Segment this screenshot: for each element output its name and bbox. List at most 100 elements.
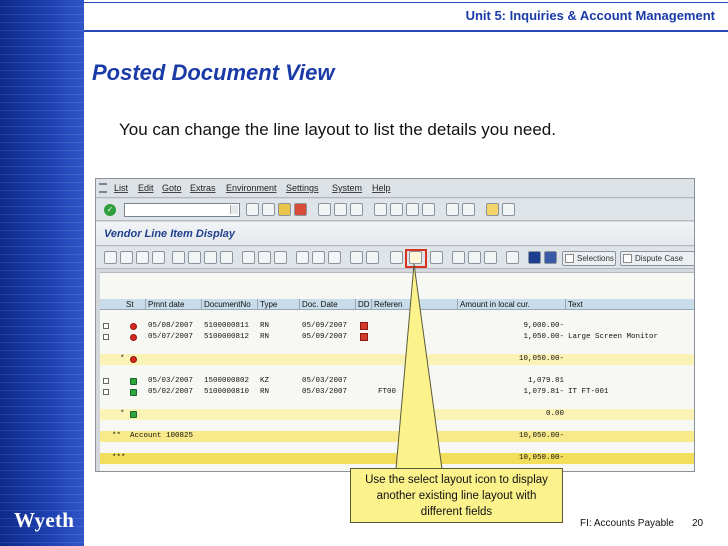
create-session-icon[interactable] <box>446 203 459 216</box>
last-item-icon[interactable] <box>152 251 165 264</box>
subtotal-icon[interactable] <box>366 251 379 264</box>
dispute-case-button[interactable]: Dispute Case <box>620 251 694 266</box>
table-row[interactable]: 05/03/2007 1500000802 KZ 05/03/2007 1,07… <box>100 376 694 387</box>
sidebar-stripe <box>0 134 84 135</box>
back-icon[interactable] <box>262 203 275 216</box>
help-icon[interactable] <box>486 203 499 216</box>
menu-help[interactable]: Help <box>372 183 391 193</box>
sort-ascending-icon[interactable] <box>312 251 325 264</box>
info-icon[interactable] <box>528 251 541 264</box>
col-type[interactable]: Type <box>258 299 300 310</box>
col-payment-date[interactable]: Pmnt date <box>146 299 202 310</box>
enter-check-icon[interactable]: ✓ <box>104 204 116 216</box>
sidebar-stripe <box>0 366 84 367</box>
sidebar-stripe <box>0 310 84 311</box>
slide-intro: You can change the line layout to list t… <box>119 120 556 139</box>
row-checkbox[interactable] <box>103 334 109 340</box>
first-page-icon[interactable] <box>374 203 387 216</box>
change-layout-icon[interactable] <box>390 251 403 264</box>
sidebar-stripe <box>0 70 84 71</box>
cancel-icon[interactable] <box>294 203 307 216</box>
cell-document-no: 5100000810 <box>204 388 250 396</box>
find-next-icon[interactable] <box>350 203 363 216</box>
cleared-item-green-icon <box>130 389 137 396</box>
refresh-icon[interactable] <box>172 251 185 264</box>
menu-system[interactable]: System <box>332 183 362 193</box>
command-history-icon[interactable] <box>230 205 238 214</box>
word-processing-icon[interactable] <box>484 251 497 264</box>
sidebar-stripe <box>0 318 84 319</box>
graphic-icon[interactable] <box>506 251 519 264</box>
next-item-icon[interactable] <box>136 251 149 264</box>
exit-icon[interactable] <box>278 203 291 216</box>
save-icon[interactable] <box>246 203 259 216</box>
row-checkbox[interactable] <box>103 323 109 329</box>
selections-button[interactable]: Selections <box>562 251 616 266</box>
command-field[interactable] <box>124 203 240 217</box>
table-row[interactable]: 05/08/2007 5100000811 RN 05/09/2007 9,00… <box>100 321 694 332</box>
deselect-all-icon[interactable] <box>220 251 233 264</box>
sidebar-stripe <box>0 174 84 175</box>
sidebar-stripe <box>0 438 84 439</box>
layout-menu-icon[interactable] <box>502 203 515 216</box>
selection-info-icon[interactable] <box>544 251 557 264</box>
col-reference[interactable]: Referen <box>372 299 458 310</box>
sidebar-stripe <box>0 334 84 335</box>
line-item-list: St Pmnt date DocumentNo Type Doc. Date D… <box>100 272 694 471</box>
sort-descending-icon[interactable] <box>328 251 341 264</box>
cell-type: RN <box>260 322 270 330</box>
menu-extras[interactable]: Extras <box>190 183 216 193</box>
sidebar-stripe <box>0 358 84 359</box>
cell-text: Large Screen Monitor <box>568 333 659 341</box>
next-page-icon[interactable] <box>406 203 419 216</box>
last-page-icon[interactable] <box>422 203 435 216</box>
col-text[interactable]: Text <box>566 299 694 310</box>
select-all-icon[interactable] <box>204 251 217 264</box>
table-row[interactable]: 05/02/2007 5100000810 RN 05/03/2007 FT00… <box>100 387 694 398</box>
cell-doc-date: 05/09/2007 <box>302 322 348 330</box>
previous-page-icon[interactable] <box>390 203 403 216</box>
due-date-icon <box>360 322 368 330</box>
sidebar-stripe <box>0 542 84 543</box>
sidebar-stripe <box>0 398 84 399</box>
col-dd[interactable]: DD <box>356 299 372 310</box>
export-icon[interactable] <box>452 251 465 264</box>
row-checkbox[interactable] <box>103 378 109 384</box>
change-document-icon[interactable] <box>188 251 201 264</box>
mail-icon[interactable] <box>468 251 481 264</box>
details-icon[interactable] <box>274 251 287 264</box>
col-document-no[interactable]: DocumentNo <box>202 299 258 310</box>
cell-doc-date: 05/03/2007 <box>302 388 348 396</box>
page-number: 20 <box>692 518 704 529</box>
sidebar-stripe <box>0 214 84 215</box>
sidebar-stripe <box>0 102 84 103</box>
print-icon[interactable] <box>318 203 331 216</box>
col-doc-date[interactable]: Doc. Date <box>300 299 356 310</box>
menu-environment[interactable]: Environment <box>226 183 277 193</box>
change-icon[interactable] <box>258 251 271 264</box>
total-icon[interactable] <box>350 251 363 264</box>
sidebar-stripe <box>0 238 84 239</box>
filter-icon[interactable] <box>296 251 309 264</box>
find-icon[interactable] <box>334 203 347 216</box>
menu-settings[interactable]: Settings <box>286 183 319 193</box>
save-layout-icon[interactable] <box>430 251 443 264</box>
menu-list[interactable]: List <box>114 183 128 193</box>
previous-item-icon[interactable] <box>120 251 133 264</box>
sidebar-stripe <box>0 22 84 23</box>
table-row[interactable]: 05/07/2007 5100000812 RN 05/09/2007 1,05… <box>100 332 694 343</box>
callout-note: Use the select layout icon to display an… <box>350 468 563 523</box>
menu-goto[interactable]: Goto <box>162 183 182 193</box>
col-status[interactable]: St <box>124 299 146 310</box>
unit-title: Unit 5: Inquiries & Account Management <box>465 8 715 23</box>
shortcut-icon[interactable] <box>462 203 475 216</box>
display-document-icon[interactable] <box>242 251 255 264</box>
sidebar-stripe <box>0 6 84 7</box>
sidebar-stripe <box>0 198 84 199</box>
row-checkbox[interactable] <box>103 389 109 395</box>
cell-amount: 1,079.81 <box>527 377 564 385</box>
col-amount[interactable]: Amount in local cur. <box>458 299 566 310</box>
first-item-icon[interactable] <box>104 251 117 264</box>
sidebar-stripe <box>0 230 84 231</box>
menu-edit[interactable]: Edit <box>138 183 154 193</box>
